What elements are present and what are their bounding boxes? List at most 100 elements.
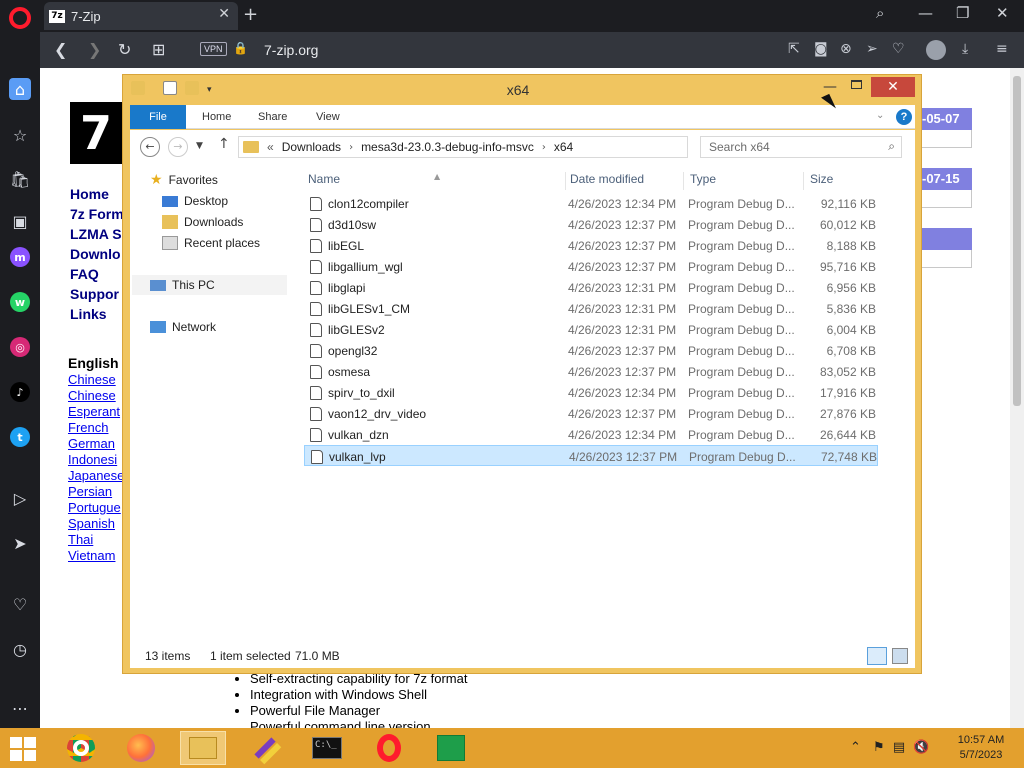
file-row[interactable]: libgallium_wgl 4/26/2023 12:37 PM Program … xyxy=(304,256,878,277)
bookmark-heart-icon[interactable]: ♡ xyxy=(892,41,905,57)
more-icon[interactable]: ⋯ xyxy=(9,697,31,719)
tab-share[interactable]: Share xyxy=(248,105,297,129)
system-tray[interactable]: ⌃ ⚑ ▤ 🔇 xyxy=(850,740,929,755)
tiktok-icon[interactable]: ♪ xyxy=(10,382,30,402)
file-row[interactable]: libGLESv2 4/26/2023 12:31 PM Program Debug… xyxy=(304,319,878,340)
lang-link[interactable]: Vietnam xyxy=(68,548,115,563)
large-icons-view-icon[interactable] xyxy=(892,648,908,664)
lang-link[interactable]: Japanese xyxy=(68,468,124,483)
back-button[interactable]: ← xyxy=(140,137,160,157)
forward-button[interactable]: → xyxy=(168,137,188,157)
lang-link[interactable]: Persian xyxy=(68,484,112,499)
home-icon[interactable]: ⌂ xyxy=(9,78,31,100)
chevron-right-icon[interactable]: › xyxy=(349,142,353,153)
site-nav-home[interactable]: Home xyxy=(70,186,109,202)
file-row[interactable]: libEGL 4/26/2023 12:37 PM Program Debug D.… xyxy=(304,235,878,256)
store-icon[interactable] xyxy=(428,731,474,765)
page-scrollbar[interactable] xyxy=(1010,68,1024,728)
scrollbar-thumb[interactable] xyxy=(1013,76,1021,406)
back-icon[interactable]: ❮ xyxy=(54,40,67,59)
lang-link[interactable]: Thai xyxy=(68,532,93,547)
column-name[interactable]: Name ▲ xyxy=(308,172,566,190)
cmd-icon[interactable]: C:\_ xyxy=(304,731,350,765)
flag-icon[interactable]: ⚑ xyxy=(873,740,885,755)
breadcrumb-prefix[interactable]: « xyxy=(267,140,274,154)
browser-tab[interactable]: 7z 7-Zip ✕ xyxy=(44,2,238,30)
up-icon[interactable]: ↑ xyxy=(218,136,230,152)
file-row[interactable]: d3d10sw 4/26/2023 12:37 PM Program Debug D… xyxy=(304,214,878,235)
file-row[interactable]: vulkan_dzn 4/26/2023 12:34 PM Program Debu… xyxy=(304,424,878,445)
nav-this-pc[interactable]: This PC xyxy=(132,275,287,295)
menu-icon[interactable]: ≡ xyxy=(996,41,1008,57)
lang-link[interactable]: Chinese xyxy=(68,372,116,387)
file-row[interactable]: clon12compiler 4/26/2023 12:34 PM Program … xyxy=(304,193,878,214)
messenger-icon[interactable]: m xyxy=(10,247,30,267)
tab-close-icon[interactable]: ✕ xyxy=(218,6,230,22)
file-row[interactable]: spirv_to_dxil 4/26/2023 12:34 PM Program D… xyxy=(304,382,878,403)
help-icon[interactable]: ? xyxy=(896,109,912,125)
column-type[interactable]: Type xyxy=(690,172,804,190)
download-icon[interactable]: ⤓ xyxy=(962,41,968,57)
minimize-icon[interactable]: — xyxy=(823,79,837,95)
nav-desktop[interactable]: Desktop xyxy=(162,191,228,211)
lang-link[interactable]: Portugue xyxy=(68,500,121,515)
breadcrumb-x64[interactable]: x64 xyxy=(554,140,573,154)
nav-network[interactable]: Network xyxy=(150,317,216,337)
site-nav-links[interactable]: Links xyxy=(70,306,107,322)
new-tab-icon[interactable]: + xyxy=(243,4,258,25)
adblock-icon[interactable]: ⊗ xyxy=(840,41,852,57)
chevron-down-icon[interactable]: ⌄ xyxy=(876,110,884,121)
opera-icon[interactable] xyxy=(366,731,412,765)
lock-icon[interactable]: 🔒 xyxy=(233,41,248,55)
minimize-icon[interactable]: — xyxy=(918,4,933,22)
firefox-icon[interactable] xyxy=(118,731,164,765)
send-icon[interactable]: ➤ xyxy=(9,532,31,554)
speed-dial-icon[interactable]: ⊞ xyxy=(152,40,165,59)
network-status-icon[interactable]: ▤ xyxy=(893,740,905,755)
file-row[interactable]: opengl32 4/26/2023 12:37 PM Program Debug … xyxy=(304,340,878,361)
site-nav-download[interactable]: Downlo xyxy=(70,246,121,262)
twitter-icon[interactable]: t xyxy=(10,427,30,447)
file-row[interactable]: vaon12_drv_video 4/26/2023 12:37 PM Progra… xyxy=(304,403,878,424)
site-nav-faq[interactable]: FAQ xyxy=(70,266,99,282)
star-icon[interactable]: ☆ xyxy=(9,124,31,146)
details-view-icon[interactable] xyxy=(867,647,887,665)
start-button[interactable] xyxy=(10,737,36,761)
tool-icon[interactable] xyxy=(242,731,288,765)
lang-link[interactable]: Indonesi xyxy=(68,452,117,467)
tab-view[interactable]: View xyxy=(306,105,350,129)
close-icon[interactable]: ✕ xyxy=(996,4,1009,22)
wallet-icon[interactable]: ▣ xyxy=(9,210,31,232)
column-size[interactable]: Size xyxy=(810,172,880,190)
volume-muted-icon[interactable]: 🔇 xyxy=(913,740,929,755)
file-row[interactable]: libglapi 4/26/2023 12:31 PM Program Debug … xyxy=(304,277,878,298)
nav-recent-places[interactable]: Recent places xyxy=(162,233,260,253)
file-explorer-icon[interactable] xyxy=(180,731,226,765)
search-tabs-icon[interactable]: ⌕ xyxy=(876,4,884,22)
nav-downloads[interactable]: Downloads xyxy=(162,212,243,232)
lang-link[interactable]: Chinese xyxy=(68,388,116,403)
chevron-right-icon[interactable]: › xyxy=(542,142,546,153)
restore-icon[interactable]: ❐ xyxy=(956,4,969,22)
file-row[interactable]: libGLESv1_CM 4/26/2023 12:31 PM Program De… xyxy=(304,298,878,319)
breadcrumb-downloads[interactable]: Downloads xyxy=(282,140,341,154)
site-nav-7z-format[interactable]: 7z Form xyxy=(70,206,124,222)
forward-icon[interactable]: ❯ xyxy=(88,40,101,59)
tab-home[interactable]: Home xyxy=(192,105,241,129)
clock[interactable]: 10:57 AM 5/7/2023 xyxy=(950,733,1012,763)
breadcrumb-mesa[interactable]: mesa3d-23.0.3-debug-info-msvc xyxy=(361,140,534,154)
search-icon[interactable]: ⌕ xyxy=(888,139,895,154)
recent-locations-icon[interactable]: ▼ xyxy=(196,141,203,151)
opera-logo-icon[interactable] xyxy=(9,7,31,29)
file-row[interactable]: osmesa 4/26/2023 12:37 PM Program Debug D.… xyxy=(304,361,878,382)
heart-icon[interactable]: ♡ xyxy=(9,593,31,615)
tab-file[interactable]: File xyxy=(130,105,186,129)
lang-link[interactable]: French xyxy=(68,420,108,435)
player-icon[interactable]: ▷ xyxy=(9,487,31,509)
lang-link[interactable]: Esperant xyxy=(68,404,120,419)
reload-icon[interactable]: ↻ xyxy=(118,40,131,59)
nav-favorites[interactable]: ★ Favorites xyxy=(150,170,218,190)
snapshot-icon[interactable]: ◙ xyxy=(814,41,828,57)
explorer-titlebar[interactable]: ▾ x64 — ✕ xyxy=(123,75,921,103)
site-logo[interactable]: 7 xyxy=(70,102,122,164)
